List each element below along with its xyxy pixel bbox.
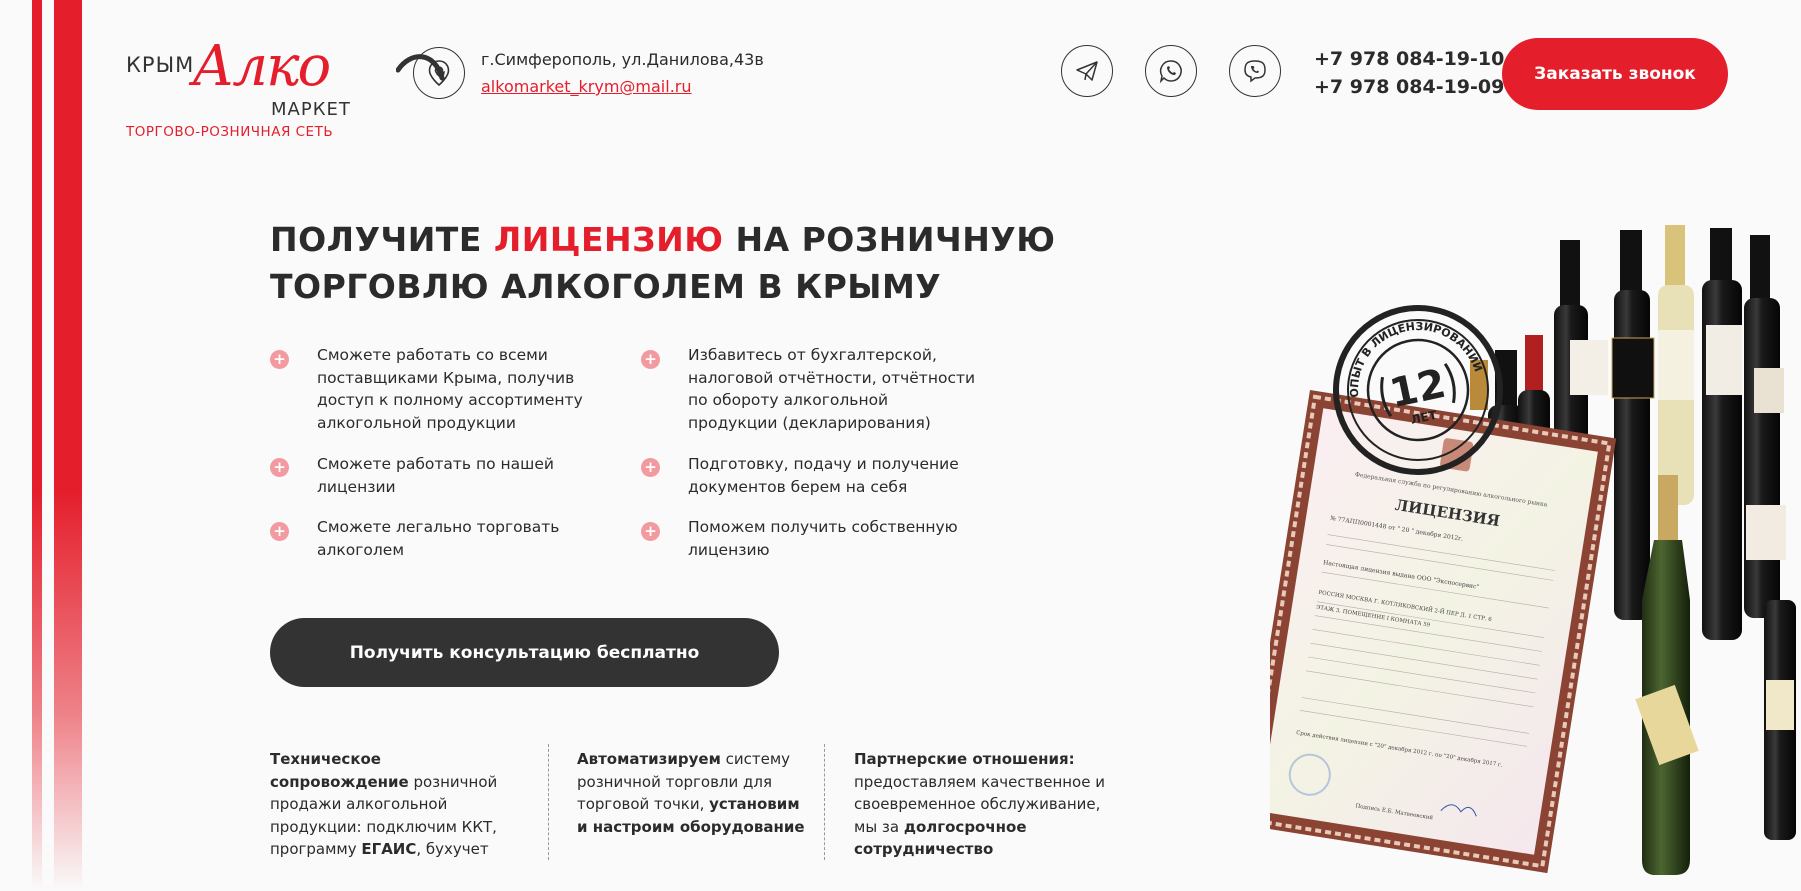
support-egais: ЕГАИС [361, 840, 417, 858]
feature-right-3: Поможем получить собственную лицензию [688, 518, 958, 559]
feature-right-1: Избавитесь от бухгалтерской, налоговой о… [688, 346, 976, 432]
logo-bottom-word: МАРКЕТ [271, 99, 351, 120]
support-heading: Техническое сопровождение [270, 750, 409, 791]
plus-icon: + [270, 350, 289, 369]
license-illustration: Федеральная служба по регулированию алко… [1270, 225, 1796, 875]
hero-title-accent: ЛИЦЕНЗИЮ [493, 220, 724, 259]
whatsapp-icon[interactable] [1145, 45, 1197, 97]
site-logo[interactable]: КРЫМ Алко МАРКЕТ ТОРГОВО-РОЗНИЧНАЯ СЕТЬ [126, 34, 445, 142]
location-icon [413, 47, 465, 99]
phone-2-link[interactable]: +7 978 084-19-09 [1314, 76, 1504, 98]
plus-icon: + [641, 522, 660, 541]
column-divider [824, 744, 825, 860]
bottom-col-automation: Автоматизируем систему розничной торговл… [577, 748, 805, 838]
left-stripe-wide [54, 0, 82, 891]
feature-left-3: Сможете легально торговать алкоголем [317, 518, 560, 559]
feature-left-1: Сможете работать со всеми поставщиками К… [317, 346, 583, 432]
hero-title: ПОЛУЧИТЕ ЛИЦЕНЗИЮ НА РОЗНИЧНУЮ ТОРГОВЛЮ … [270, 216, 1056, 310]
plus-icon: + [270, 522, 289, 541]
automation-heading: Автоматизируем [577, 750, 721, 768]
bottom-col-support: Техническое сопровождение розничной прод… [270, 748, 515, 861]
plus-icon: + [641, 350, 660, 369]
order-call-button[interactable]: Заказать звонок [1502, 38, 1728, 110]
viber-icon[interactable] [1229, 45, 1281, 97]
stamp-number: 12 [1386, 361, 1450, 418]
plus-icon: + [270, 458, 289, 477]
left-stripe-thin [32, 0, 42, 891]
license-document: Федеральная служба по регулированию алко… [1270, 390, 1617, 874]
bottom-col-partnership: Партнерские отношения: предоставляем кач… [854, 748, 1114, 861]
column-divider [548, 744, 549, 860]
logo-top-word: КРЫМ [126, 53, 195, 77]
plus-icon: + [641, 458, 660, 477]
feature-left-2: Сможете работать по нашей лицензии [317, 455, 554, 496]
hero-title-line2: ТОРГОВЛЮ АЛКОГОЛЕМ В КРЫМУ [270, 267, 942, 306]
support-text-end: , бухучет [416, 840, 489, 858]
email-link[interactable]: alkomarket_krym@mail.ru [481, 77, 692, 96]
partnership-heading: Партнерские отношения: [854, 750, 1075, 768]
hero-title-part1: ПОЛУЧИТЕ [270, 220, 494, 259]
telegram-icon[interactable] [1061, 45, 1113, 97]
hero-title-part2: НА РОЗНИЧНУЮ [723, 220, 1056, 259]
feature-right-2: Подготовку, подачу и получение документо… [688, 455, 959, 496]
logo-tagline: ТОРГОВО-РОЗНИЧНАЯ СЕТЬ [126, 124, 334, 140]
logo-brand-word: Алко [192, 34, 331, 99]
phone-1-link[interactable]: +7 978 084-19-10 [1314, 48, 1504, 70]
address-text: г.Симферополь, ул.Данилова,43в [481, 50, 764, 69]
free-consultation-button[interactable]: Получить консультацию бесплатно [270, 618, 779, 687]
